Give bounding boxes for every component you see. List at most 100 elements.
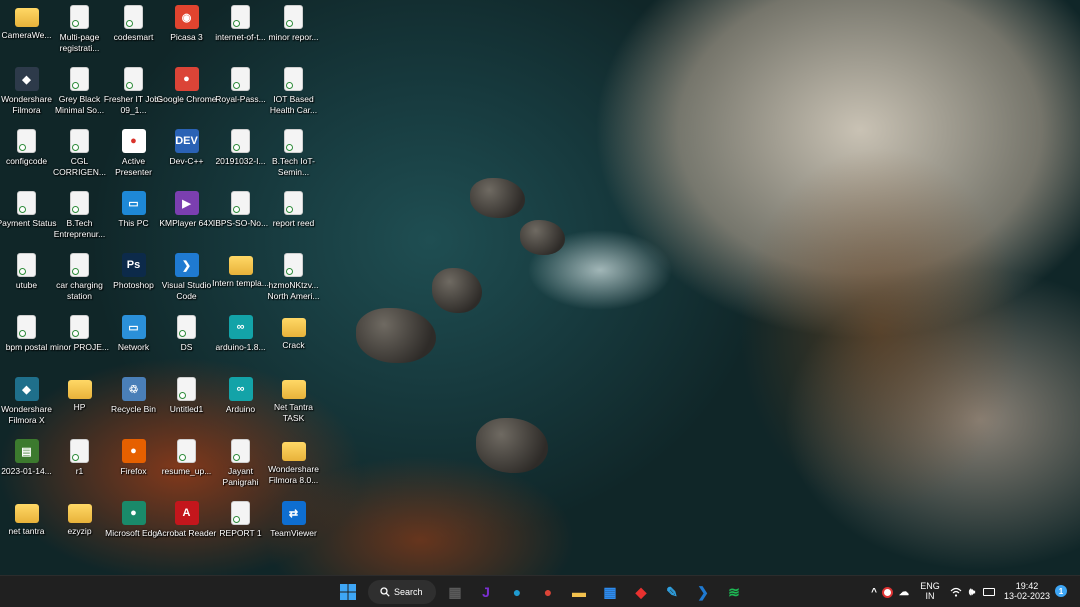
desktop-icon-label: Intern templa... [212,278,269,288]
desktop-icon[interactable]: ezyzip [53,498,106,558]
volume-icon[interactable]: 🕪 [964,581,980,603]
desktop-icon[interactable]: configcode [0,126,53,186]
desktop-icon-label: bpm postal [5,342,48,352]
desktop-icon[interactable]: Jayant Panigrahi [214,436,267,496]
desktop-icon[interactable]: IOT Based Health Car... [267,64,320,124]
desktop-icon[interactable]: IBPS-SO-No... [213,188,268,248]
desktop-icon[interactable]: ◆ Wondershare Filmora X [0,374,53,434]
taskbar-app-spotify[interactable]: ≋ [723,581,745,603]
tray-app-icon[interactable] [879,581,895,603]
desktop-icon[interactable]: ▤ 2023-01-14... [0,436,53,496]
desktop-icon[interactable]: 20191032-I... [214,126,267,186]
desktop-icon[interactable]: Payment Status [0,188,57,248]
taskbar-app-vscode[interactable]: ❯ [692,581,714,603]
file-icon [17,253,36,277]
desktop-icon[interactable]: ● Firefox [107,436,160,496]
taskbar-app-chrome[interactable]: ● [537,581,559,603]
desktop-icon[interactable]: ∞ arduino-1.8... [214,312,267,372]
desktop-icon[interactable]: ▭ This PC [107,188,160,248]
desktop-icon[interactable]: minor repor... [267,2,320,62]
desktop-icon[interactable]: r1 [53,436,106,496]
file-icon [17,129,36,153]
desktop-icon-label: Photoshop [113,280,154,290]
desktop-icon[interactable]: ● Google Chrome [157,64,217,124]
start-button[interactable] [337,581,359,603]
desktop-icon-label: minor PROJE... [49,342,110,352]
folder-icon [67,504,92,523]
taskbar-app-file-explorer[interactable]: ▬ [568,581,590,603]
desktop-icon[interactable]: ◆ Wondershare Filmora [0,64,53,124]
desktop-icon[interactable]: ♲ Recycle Bin [107,374,160,434]
taskbar-app-jetbrains[interactable]: J [475,581,497,603]
taskbar-search[interactable]: Search [368,580,436,604]
desktop-icon-label: arduino-1.8... [215,342,266,352]
app-icon: ∞ [228,315,253,339]
desktop-icon[interactable]: minor PROJE... [50,312,109,372]
desktop-icon[interactable]: ❯ Visual Studio Code [160,250,213,310]
desktop-icon[interactable]: DS [160,312,213,372]
desktop-icon[interactable]: Wondershare Filmora 8.0... [267,436,320,496]
desktop-icon[interactable]: Intern templa... [212,250,269,310]
desktop-icon[interactable]: Net Tantra TASK [267,374,320,434]
desktop-icon[interactable]: A Acrobat Reader [157,498,216,558]
desktop-icon[interactable]: Multi-page registrati... [53,2,106,62]
desktop-icon[interactable]: B.Tech IoT-Semin... [267,126,320,186]
battery-icon[interactable] [981,581,997,603]
desktop-icon[interactable]: ▭ Network [107,312,160,372]
desktop-icon[interactable]: report reed [267,188,320,248]
desktop-icon[interactable]: Fresher IT Jobs 09_1... [104,64,163,124]
desktop-icon-label: Wondershare Filmora 8.0... [268,464,319,485]
taskbar-app-settings[interactable]: ✎ [661,581,683,603]
desktop-icon[interactable]: DEV Dev-C++ [160,126,213,186]
desktop-icon-label: 2023-01-14... [1,466,52,476]
search-label: Search [394,587,423,597]
file-icon [231,129,250,153]
desktop-icon[interactable]: internet-of-t... [214,2,267,62]
file-icon [231,439,250,463]
desktop-icon[interactable]: CGL CORRIGEN... [53,126,106,186]
desktop-icon[interactable]: HP [53,374,106,434]
language-indicator[interactable]: ENG IN [916,581,944,601]
desktop-icon[interactable]: utube [0,250,53,310]
desktop-icon[interactable]: codesmart [107,2,160,62]
desktop-icon[interactable]: bpm postal [0,312,53,372]
desktop-icon-label: Microsoft Edge [105,528,162,538]
notification-badge[interactable]: 1 [1055,585,1067,597]
desktop-icon[interactable]: hzmoNKtzv... North Ameri... [267,250,320,310]
desktop-icon[interactable]: ▶ KMPlayer 64X [159,188,214,248]
desktop-icon-label: ezyzip [67,526,92,536]
desktop-icon[interactable]: CameraWe... [0,2,53,62]
desktop-icon[interactable]: car charging station [53,250,106,310]
desktop-icon[interactable]: ◉ Picasa 3 [160,2,213,62]
wallpaper-rock [432,268,482,313]
desktop-icon-label: report reed [272,218,315,228]
file-icon [70,129,89,153]
desktop-icon[interactable]: ● Microsoft Edge [105,498,162,558]
desktop-icon[interactable]: ⇄ TeamViewer [267,498,320,558]
taskbar-app-file-manager[interactable]: ▦ [444,581,466,603]
desktop-icon[interactable]: Royal-Pass... [214,64,267,124]
desktop-icon[interactable]: resume_up... [160,436,213,496]
desktop-icon-label: Arduino [225,404,256,414]
desktop-icon[interactable]: Grey Black Minimal So... [53,64,106,124]
desktop-icon[interactable]: REPORT 1 [214,498,267,558]
desktop-icon-label: car charging station [56,280,103,301]
desktop-icon[interactable]: Untitled1 [160,374,213,434]
desktop-icon[interactable]: B.Tech Entreprenur... [53,188,106,248]
file-manager-icon: ▦ [448,583,462,600]
tray-cloud-icon[interactable]: ☁ [896,581,912,603]
taskbar-app-microsoft-store[interactable]: ▦ [599,581,621,603]
desktop-icon-label: B.Tech IoT-Semin... [272,156,315,177]
clock[interactable]: 19:42 13-02-2023 [1000,581,1054,601]
taskbar-app-edge[interactable]: ● [506,581,528,603]
folder-icon [281,380,306,399]
desktop-icon[interactable]: ∞ Arduino [214,374,267,434]
file-icon [70,191,89,215]
desktop-icon-label: Royal-Pass... [215,94,266,104]
taskbar-app-anydesk[interactable]: ◆ [630,581,652,603]
desktop-icon[interactable]: Ps Photoshop [107,250,160,310]
wifi-icon[interactable] [948,581,964,603]
desktop-icon[interactable]: net tantra [0,498,53,558]
desktop-icon[interactable]: ● Active Presenter [107,126,160,186]
desktop-icon[interactable]: Crack [267,312,320,372]
